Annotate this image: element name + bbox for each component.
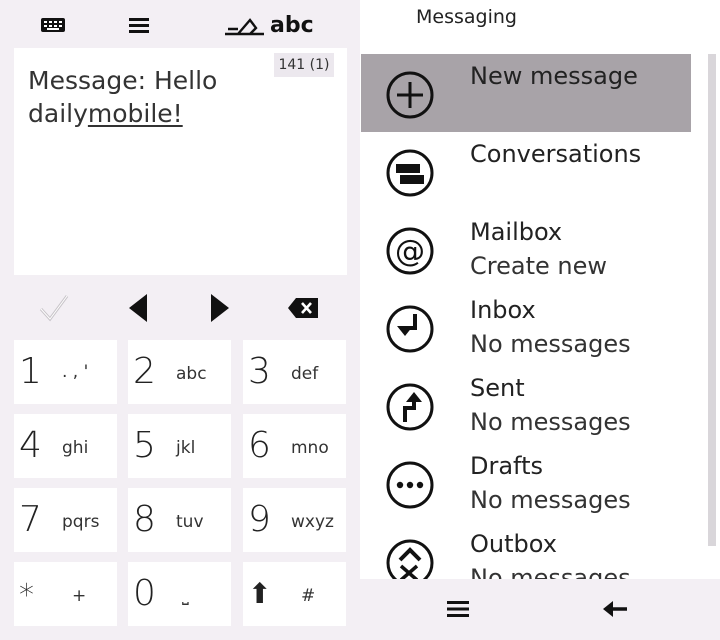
item-subtitle: No messages	[470, 330, 631, 358]
accept-button[interactable]	[36, 288, 72, 328]
cursor-right-button[interactable]	[206, 288, 234, 328]
item-subtitle: No messages	[470, 486, 631, 514]
inbox-arrow-icon	[386, 305, 434, 353]
key-0[interactable]: 0 ⎵	[128, 562, 231, 626]
key-number: 9	[248, 499, 271, 540]
backspace-icon	[288, 298, 318, 318]
key-letters: abc	[176, 364, 207, 384]
list-item-outbox[interactable]: Outbox No messages	[361, 522, 691, 579]
key-4[interactable]: 4 ghi	[14, 414, 117, 478]
message-text-underlined: mobile!	[87, 99, 183, 128]
item-title: Inbox	[470, 296, 536, 324]
item-title: Mailbox	[470, 218, 563, 246]
key-letters: pqrs	[62, 512, 100, 532]
page-title: Messaging	[416, 6, 517, 28]
key-letters: mno	[291, 438, 329, 458]
key-letters: . , '	[62, 362, 89, 382]
triangle-left-icon	[129, 294, 147, 322]
key-9[interactable]: 9 wxyz	[243, 488, 346, 552]
key-number: 8	[133, 499, 156, 540]
key-letters: ⎵	[182, 586, 189, 606]
item-subtitle: No messages	[470, 564, 631, 579]
key-number: 7	[19, 499, 42, 540]
key-letters: tuv	[176, 512, 204, 532]
list-item-drafts[interactable]: Drafts No messages	[361, 444, 691, 522]
key-number: 6	[248, 425, 271, 466]
drafts-dots-icon	[386, 461, 434, 509]
key-3[interactable]: 3 def	[243, 340, 346, 404]
key-2[interactable]: 2 abc	[128, 340, 231, 404]
scrollbar[interactable]	[708, 54, 716, 546]
message-editor[interactable]: 141 (1) Message: Hello dailymobile!	[14, 48, 347, 275]
item-subtitle: Create new	[470, 252, 607, 280]
plus-circle-icon	[386, 71, 434, 119]
predictive-text-icon	[225, 18, 264, 36]
backspace-button[interactable]	[286, 288, 320, 328]
key-1[interactable]: 1 . , '	[14, 340, 117, 404]
item-title: Outbox	[470, 530, 557, 558]
triangle-right-icon	[211, 294, 229, 322]
keypad-toolbar: abc	[0, 0, 360, 48]
back-arrow-icon[interactable]	[602, 599, 628, 623]
key-letters: #	[301, 586, 316, 606]
predictive-input-toggle[interactable]: abc	[224, 12, 314, 38]
cursor-left-button[interactable]	[124, 288, 152, 328]
messaging-list: New message Conversations @ Mailbox Crea…	[360, 54, 692, 579]
keyboard-icon[interactable]	[40, 12, 66, 38]
list-item-mailbox[interactable]: @ Mailbox Create new	[361, 210, 691, 288]
key-letters: +	[72, 586, 87, 606]
list-item-inbox[interactable]: Inbox No messages	[361, 288, 691, 366]
key-shift[interactable]: ⬆ #	[243, 562, 346, 626]
message-text: Message: Hello dailymobile!	[28, 64, 258, 130]
key-6[interactable]: 6 mno	[243, 414, 346, 478]
key-number: 1	[19, 351, 42, 392]
at-icon: @	[386, 227, 434, 275]
item-title: Conversations	[470, 140, 642, 168]
options-menu-icon[interactable]	[446, 599, 470, 623]
shift-arrow-icon: ⬆	[248, 577, 272, 610]
messaging-screen: Messaging New message Conversations @ Ma…	[360, 0, 720, 640]
checkmark-icon	[39, 295, 69, 322]
item-title: Sent	[470, 374, 525, 402]
key-letters: wxyz	[291, 512, 334, 532]
key-5[interactable]: 5 jkl	[128, 414, 231, 478]
key-number: *	[19, 578, 34, 613]
list-item-conversations[interactable]: Conversations	[361, 132, 691, 210]
outbox-icon	[386, 539, 434, 579]
menu-icon[interactable]	[128, 12, 150, 38]
key-number: 5	[133, 425, 156, 466]
key-number: 4	[19, 425, 42, 466]
character-counter: 141 (1)	[274, 53, 334, 77]
item-title: New message	[470, 62, 638, 90]
list-item-new-message[interactable]: New message	[361, 54, 691, 132]
key-letters: ghi	[62, 438, 89, 458]
key-letters: jkl	[176, 438, 196, 458]
key-star[interactable]: * +	[14, 562, 117, 626]
key-number: 0	[133, 573, 156, 614]
item-subtitle: No messages	[470, 408, 631, 436]
key-8[interactable]: 8 tuv	[128, 488, 231, 552]
key-number: 3	[248, 351, 271, 392]
key-letters: def	[291, 364, 319, 384]
key-number: 2	[133, 351, 156, 392]
keypad-screen: abc 141 (1) Message: Hello dailymobile! …	[0, 0, 360, 640]
conversations-icon	[386, 149, 434, 197]
input-mode-label: abc	[270, 12, 314, 38]
bottom-toolbar	[360, 579, 720, 640]
key-7[interactable]: 7 pqrs	[14, 488, 117, 552]
item-title: Drafts	[470, 452, 543, 480]
list-item-sent[interactable]: Sent No messages	[361, 366, 691, 444]
svg-text:@: @	[395, 234, 425, 269]
sent-arrow-icon	[386, 383, 434, 431]
